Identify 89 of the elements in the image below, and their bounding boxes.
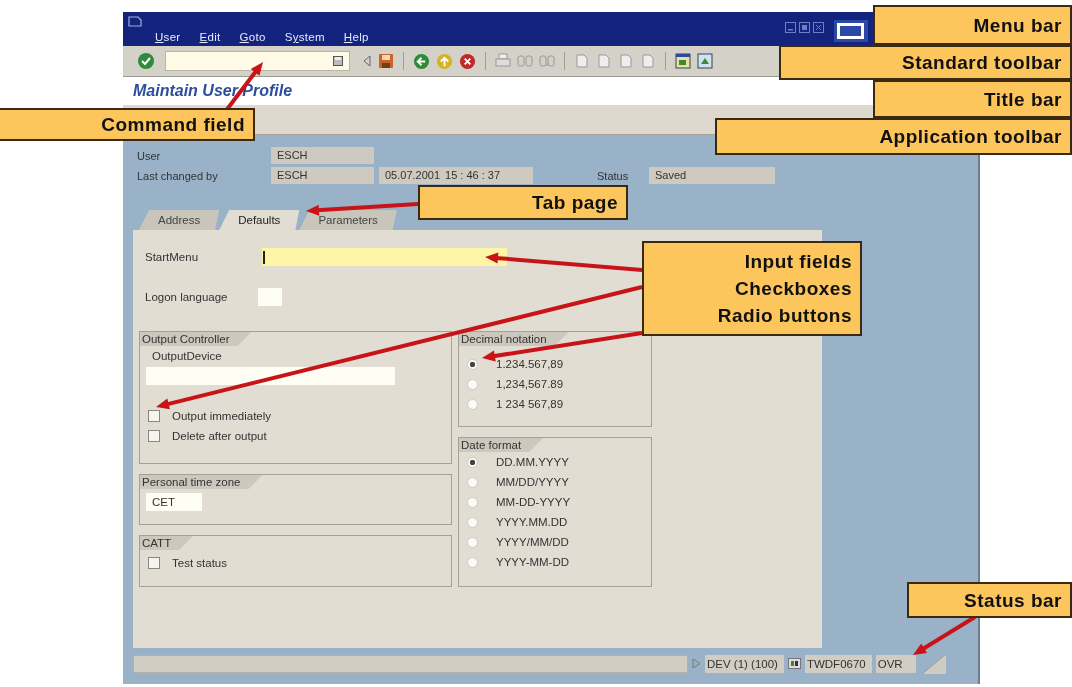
menu-item[interactable]: Edit bbox=[199, 31, 221, 43]
window-menu-icon[interactable] bbox=[128, 16, 142, 27]
callout-label: Standard toolbar bbox=[902, 51, 1062, 75]
field-value: ESCH bbox=[271, 147, 374, 164]
up-icon[interactable] bbox=[436, 52, 453, 70]
callout-label: Checkboxes bbox=[735, 277, 852, 301]
callout-label: Title bar bbox=[983, 87, 1062, 112]
radio-label: 1.234.567,89 bbox=[496, 358, 564, 370]
radio-label: 1 234 567,89 bbox=[496, 398, 564, 410]
close-icon[interactable] bbox=[813, 22, 824, 33]
command-field[interactable] bbox=[165, 51, 350, 71]
callout-label: Menu bar bbox=[973, 13, 1062, 38]
checkbox-label: Delete after output bbox=[172, 430, 267, 442]
menu-item[interactable]: Goto bbox=[239, 31, 266, 43]
maximize-icon[interactable] bbox=[799, 22, 810, 33]
callout-label: Input fields bbox=[744, 250, 852, 274]
page-icon[interactable] bbox=[596, 53, 612, 69]
radio-button[interactable] bbox=[467, 496, 478, 508]
input-field[interactable] bbox=[258, 288, 282, 306]
radio-label: YYYY-MM-DD bbox=[496, 556, 570, 568]
radio-label: MM-DD-YYYY bbox=[496, 496, 571, 508]
printer-icon[interactable] bbox=[495, 53, 511, 69]
field-label: OutputDevice bbox=[152, 350, 223, 362]
server-icon bbox=[787, 658, 801, 669]
triangle-icon[interactable] bbox=[362, 55, 372, 67]
server-name: TWDF0670 bbox=[804, 654, 872, 673]
radio-button[interactable] bbox=[467, 556, 478, 568]
tab[interactable]: Address bbox=[139, 210, 220, 230]
radio-button[interactable] bbox=[467, 358, 478, 370]
group-title: CATT bbox=[140, 536, 194, 550]
date-field: 05.07.2001 15 : 46 : 37 bbox=[379, 167, 533, 184]
field-label: Last changed by bbox=[136, 169, 219, 182]
menu-item[interactable]: System bbox=[284, 31, 325, 43]
cancel-icon[interactable] bbox=[459, 52, 476, 70]
page-icon[interactable] bbox=[618, 53, 634, 69]
callout-label: Application toolbar bbox=[879, 125, 1062, 149]
triangle-icon[interactable] bbox=[692, 658, 701, 669]
resize-grip-icon[interactable] bbox=[919, 653, 946, 674]
page-icon[interactable] bbox=[640, 53, 656, 69]
radio-label: YYYY/MM/DD bbox=[496, 536, 569, 548]
callout-label: Radio buttons bbox=[717, 304, 852, 328]
arrow bbox=[913, 615, 977, 655]
menu-item[interactable]: Help bbox=[343, 31, 369, 43]
radio-label: MM/DD/YYYY bbox=[496, 476, 569, 488]
radio-button[interactable] bbox=[467, 516, 478, 528]
save-icon[interactable] bbox=[333, 56, 343, 66]
group-title: Date format bbox=[459, 438, 544, 452]
checkbox[interactable] bbox=[148, 430, 160, 442]
field-label: Status bbox=[597, 169, 630, 182]
tab[interactable]: Defaults bbox=[219, 210, 300, 230]
callout-label: Tab page bbox=[532, 191, 618, 215]
minimize-icon[interactable] bbox=[785, 22, 796, 33]
radio-label: DD.MM.YYYY bbox=[496, 456, 569, 468]
input-field[interactable] bbox=[262, 248, 507, 266]
field-value: Saved bbox=[649, 167, 775, 184]
input-field[interactable]: CET bbox=[146, 493, 202, 511]
radio-button[interactable] bbox=[467, 536, 478, 548]
back-icon[interactable] bbox=[413, 52, 430, 70]
check-icon[interactable] bbox=[137, 52, 155, 70]
monitor-icon[interactable] bbox=[697, 53, 713, 69]
field-label: Logon language bbox=[144, 291, 229, 303]
checkbox[interactable] bbox=[148, 557, 160, 569]
radio-button[interactable] bbox=[467, 398, 478, 410]
input-field[interactable] bbox=[146, 367, 395, 385]
window-icon[interactable] bbox=[675, 53, 691, 69]
screen-title: Maintain User Profile bbox=[133, 82, 293, 100]
system-info: DEV (1) (100) bbox=[705, 654, 784, 673]
checkbox-label: Test status bbox=[172, 557, 227, 569]
radio-label: 1,234,567.89 bbox=[496, 378, 564, 390]
tab[interactable]: Parameters bbox=[299, 210, 397, 230]
save-icon[interactable] bbox=[378, 53, 394, 69]
field-label: User bbox=[136, 149, 162, 162]
input-mode: OVR bbox=[875, 654, 916, 673]
callout-label: Status bar bbox=[964, 588, 1062, 613]
checkbox-label: Output immediately bbox=[172, 410, 272, 422]
radio-button[interactable] bbox=[467, 456, 478, 468]
group-title: Output Controller bbox=[140, 332, 252, 346]
logo-icon bbox=[834, 20, 868, 42]
radio-button[interactable] bbox=[467, 476, 478, 488]
field-label: StartMenu bbox=[144, 251, 200, 263]
group-title: Personal time zone bbox=[140, 475, 263, 489]
checkbox[interactable] bbox=[148, 410, 160, 422]
radio-button[interactable] bbox=[467, 378, 478, 390]
callout-label: Command field bbox=[101, 113, 245, 137]
group-title: Decimal notation bbox=[459, 332, 569, 346]
field-value: ESCH bbox=[271, 167, 374, 184]
page-icon[interactable] bbox=[574, 53, 590, 69]
radio-label: YYYY.MM.DD bbox=[496, 516, 568, 528]
menu-item[interactable]: User bbox=[155, 31, 181, 43]
